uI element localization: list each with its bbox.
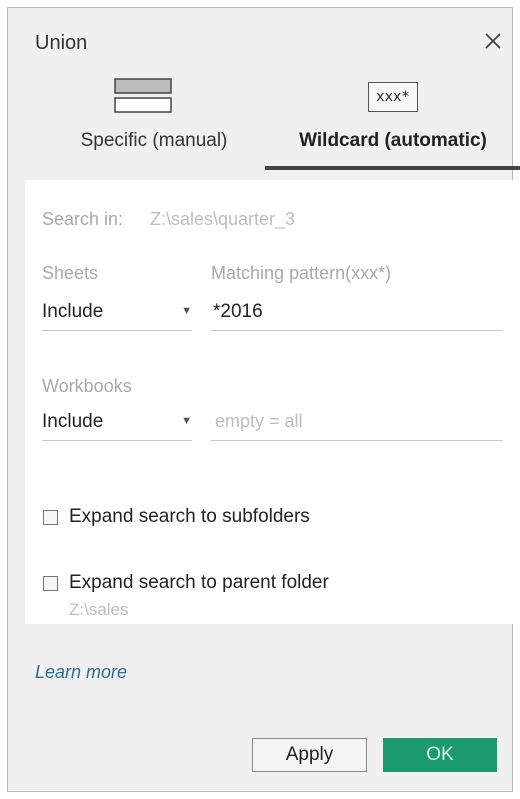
- search-in-label: Search in:: [42, 209, 124, 229]
- dialog-title: Union: [35, 32, 88, 54]
- input-value: *2016: [213, 301, 263, 322]
- apply-button[interactable]: Apply: [252, 738, 367, 772]
- dropdown-arrow-icon: ▼: [181, 415, 192, 427]
- parent-folder-path: Z:\sales: [69, 600, 129, 619]
- workbooks-include-dropdown[interactable]: Include ▼: [42, 406, 192, 441]
- tab-wildcard-automatic[interactable]: xxx* Wildcard (automatic): [265, 72, 520, 170]
- union-dialog: Union Specific (manual) xxx* Wildcard (a…: [7, 7, 520, 792]
- dropdown-value: Include: [42, 301, 104, 322]
- dropdown-arrow-icon: ▼: [181, 305, 192, 317]
- wildcard-settings-panel: Search in: Z:\sales\quarter_3 Sheets Mat…: [25, 180, 513, 624]
- tab-specific-manual[interactable]: Specific (manual): [38, 72, 270, 170]
- tab-label: Wildcard (automatic): [299, 130, 487, 151]
- parent-folder-label: Expand search to parent folder: [69, 572, 329, 593]
- sheets-label: Sheets: [42, 263, 99, 283]
- search-path: Z:\sales\quarter_3: [150, 209, 296, 229]
- sheets-pattern-input[interactable]: *2016: [211, 296, 503, 331]
- sheets-include-dropdown[interactable]: Include ▼: [42, 296, 192, 331]
- subfolders-checkbox[interactable]: [43, 510, 58, 525]
- workbooks-label: Workbooks: [42, 376, 132, 396]
- dropdown-value: Include: [42, 411, 104, 432]
- active-tab-indicator: [265, 166, 520, 170]
- tab-label: Specific (manual): [80, 130, 228, 151]
- learn-more-link[interactable]: Learn more: [35, 662, 127, 683]
- workbooks-pattern-input[interactable]: empty = all: [211, 406, 503, 441]
- wildcard-icon: xxx*: [368, 82, 418, 112]
- table-rows-icon: [114, 78, 174, 114]
- ok-button[interactable]: OK: [383, 738, 497, 772]
- parent-folder-checkbox[interactable]: [43, 576, 58, 591]
- close-icon[interactable]: [480, 28, 506, 54]
- input-placeholder: empty = all: [215, 411, 303, 431]
- matching-pattern-label: Matching pattern(xxx*): [211, 263, 392, 283]
- subfolders-label: Expand search to subfolders: [69, 506, 310, 527]
